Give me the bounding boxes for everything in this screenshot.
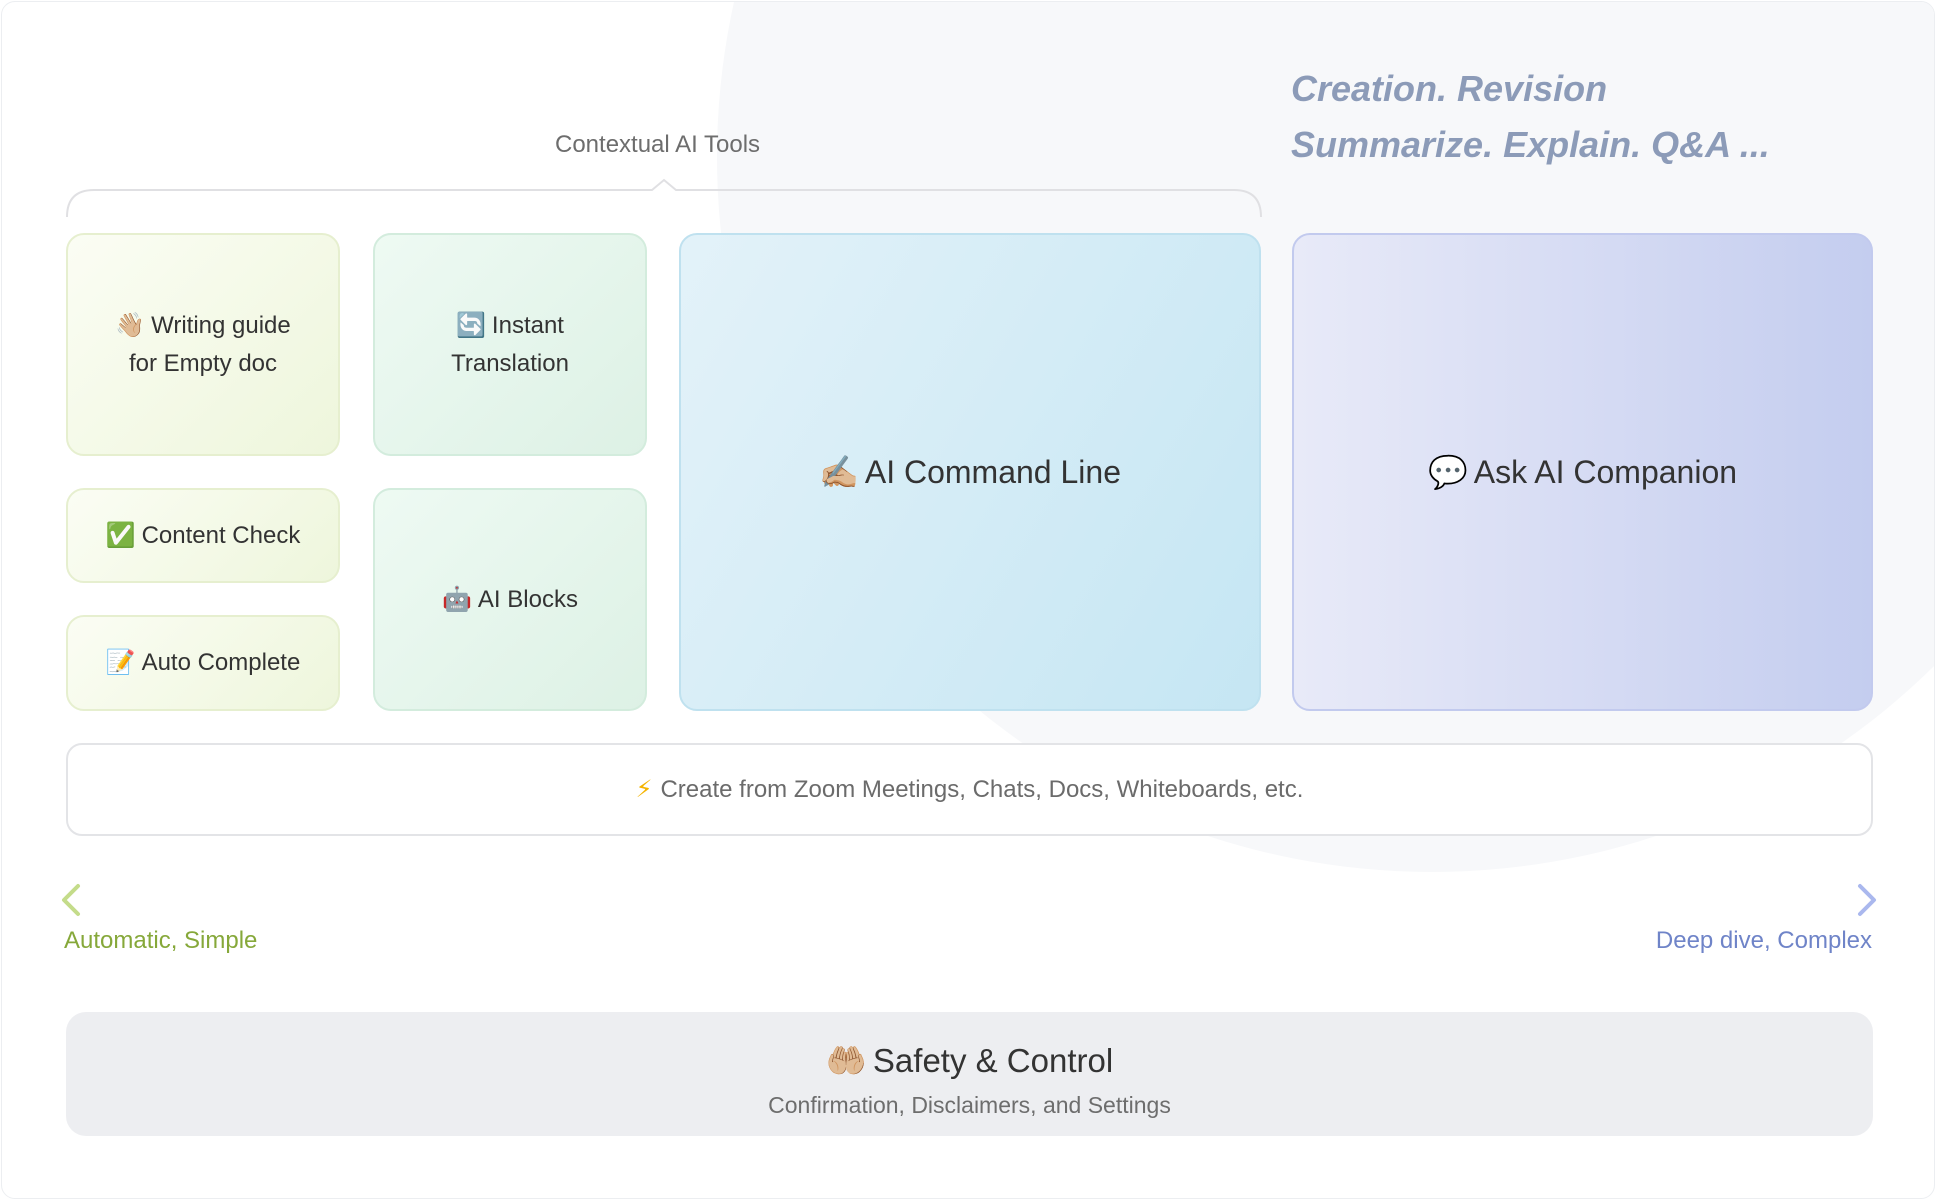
palms-up-icon: 🤲🏼 xyxy=(825,1042,867,1079)
writing-hand-icon: ✍🏼 xyxy=(819,454,859,490)
safety-control-title: 🤲🏼 Safety & Control xyxy=(66,1042,1873,1081)
card-ai-blocks-text: 🤖 AI Blocks xyxy=(442,581,578,619)
safety-control-subtitle: Confirmation, Disclaimers, and Settings xyxy=(768,1092,1171,1118)
card-ask-ai-companion[interactable]: 💬 Ask AI Companion xyxy=(1292,233,1873,711)
card-instant-translation-line1: Instant xyxy=(491,311,564,339)
card-content-check-label: Content Check xyxy=(141,521,301,549)
card-writing-guide[interactable]: 👋🏼 Writing guide for Empty doc xyxy=(66,233,340,456)
contextual-tools-title: Contextual AI Tools xyxy=(555,131,761,158)
create-from-banner-text: Create from Zoom Meetings, Chats, Docs, … xyxy=(660,775,1304,803)
robot-icon: 🤖 xyxy=(442,585,472,613)
safety-control-panel[interactable]: 🤲🏼 Safety & Control Confirmation, Disclai… xyxy=(66,1012,1873,1136)
card-ai-blocks-label: AI Blocks xyxy=(477,585,578,613)
tagline-line-2: Summarize. Explain. Q&A ... xyxy=(1291,124,1770,165)
card-writing-guide-text: 👋🏼 Writing guide for Empty doc xyxy=(115,307,291,383)
card-auto-complete-label: Auto Complete xyxy=(141,649,301,676)
card-ai-blocks[interactable]: 🤖 AI Blocks xyxy=(373,488,647,711)
card-content-check-text: ✅ Content Check xyxy=(106,517,301,555)
card-writing-guide-line2: for Empty doc xyxy=(128,349,278,377)
axis-left-label: Automatic, Simple xyxy=(64,927,258,954)
complexity-axis xyxy=(62,884,1876,916)
check-mark-icon: ✅ xyxy=(105,521,136,549)
axis-right-label: Deep dive, Complex xyxy=(1655,927,1872,954)
card-instant-translation[interactable]: 🔄 Instant Translation xyxy=(373,233,647,456)
card-ai-command-line-text: ✍🏼 AI Command Line xyxy=(819,453,1121,491)
contextual-tools-bracket xyxy=(66,178,1262,218)
card-auto-complete[interactable]: 📝 Auto Complete xyxy=(66,615,340,711)
speech-bubble-icon: 💬 xyxy=(1427,454,1468,490)
card-instant-translation-text: 🔄 Instant Translation xyxy=(451,307,569,383)
tagline-line-1: Creation. Revision xyxy=(1291,68,1608,109)
refresh-icon: 🔄 xyxy=(456,311,486,339)
card-auto-complete-text: 📝 Auto Complete xyxy=(106,644,301,682)
card-ask-ai-companion-text: 💬 Ask AI Companion xyxy=(1428,453,1737,491)
memo-icon: 📝 xyxy=(105,649,136,676)
card-ask-ai-companion-label: Ask AI Companion xyxy=(1473,454,1738,490)
diagram-canvas: Creation. Revision Summarize. Explain. Q… xyxy=(0,0,1936,1200)
card-writing-guide-line1: Writing guide xyxy=(151,311,291,339)
create-from-banner[interactable]: ⚡ Create from Zoom Meetings, Chats, Docs… xyxy=(66,743,1873,836)
safety-control-title-text: Safety & Control xyxy=(872,1042,1114,1079)
lightning-icon: ⚡ xyxy=(635,776,653,803)
waving-hand-icon: 👋🏼 xyxy=(115,311,146,339)
card-ai-command-line-label: AI Command Line xyxy=(864,454,1121,490)
diagram-frame: Creation. Revision Summarize. Explain. Q… xyxy=(1,1,1935,1199)
card-ai-command-line[interactable]: ✍🏼 AI Command Line xyxy=(679,233,1261,711)
card-content-check[interactable]: ✅ Content Check xyxy=(66,488,340,583)
card-instant-translation-line2: Translation xyxy=(451,349,569,377)
